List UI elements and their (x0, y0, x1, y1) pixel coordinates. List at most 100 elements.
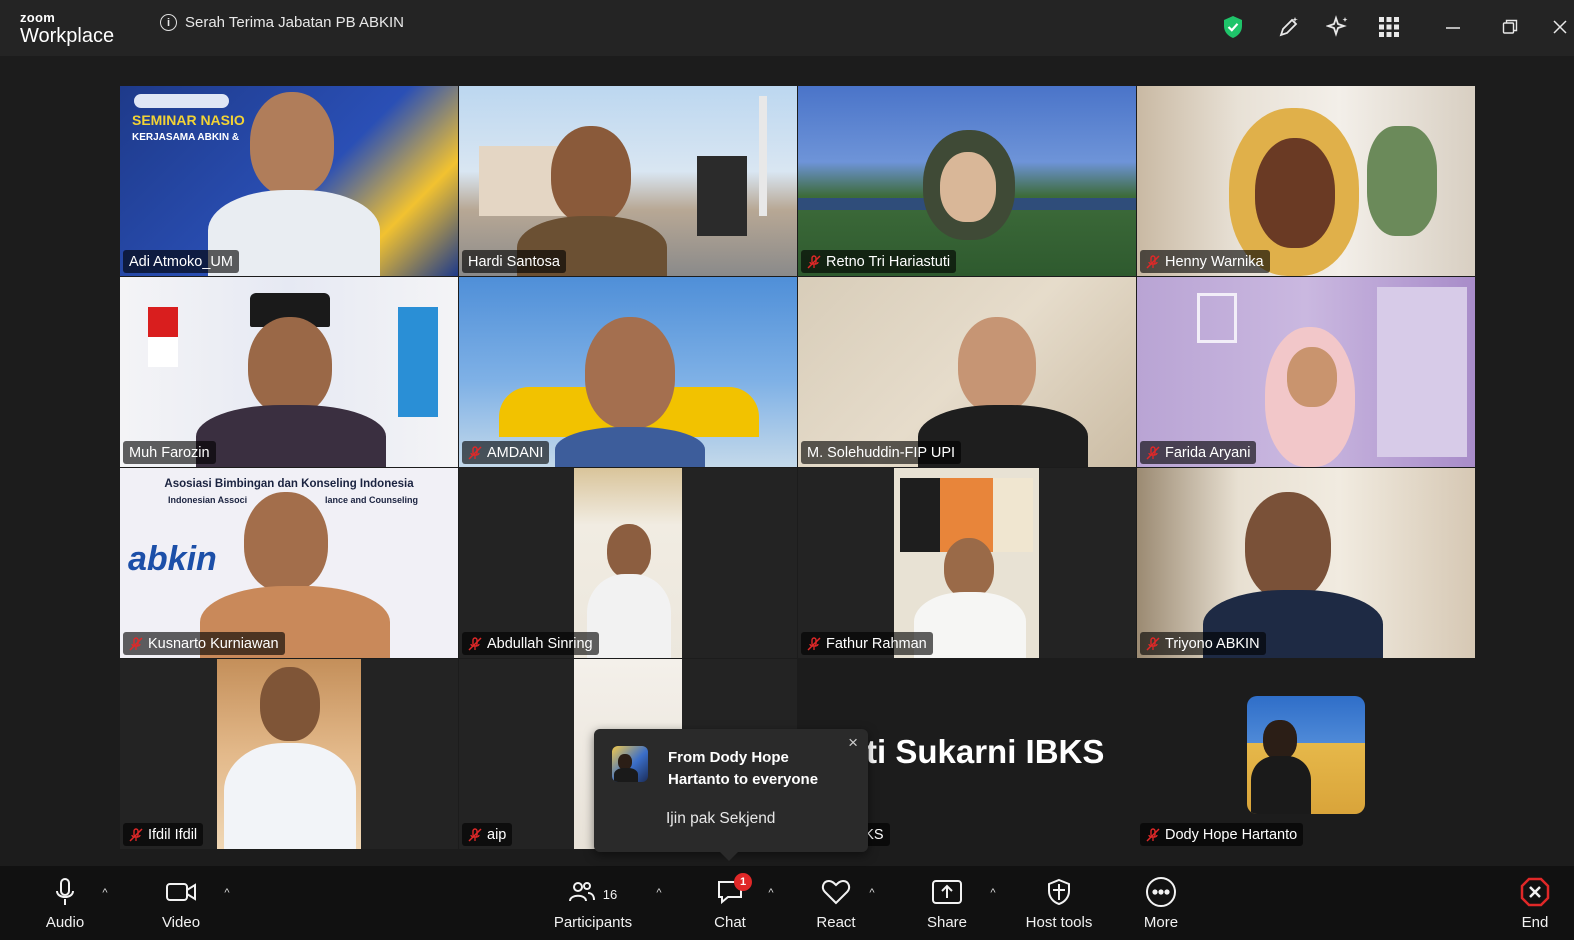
participant-body (196, 405, 386, 467)
video-tile[interactable]: Ifdil Ifdil (120, 659, 458, 849)
host-tools-button[interactable]: Host tools (1018, 866, 1100, 940)
video-tile[interactable]: Fathur Rahman (798, 468, 1136, 658)
end-meeting-button[interactable]: End (1510, 866, 1560, 940)
meeting-info[interactable]: i Serah Terima Jabatan PB ABKIN (160, 14, 404, 31)
indonesia-flag (148, 307, 178, 367)
participant-head (248, 317, 332, 415)
restore-icon[interactable] (1497, 14, 1523, 40)
background-tower (759, 96, 767, 216)
video-label: Video (161, 914, 201, 931)
avatar-body (1251, 756, 1311, 814)
background-bookshelf (1377, 287, 1467, 457)
participant-name: Dody Hope Hartanto (1165, 826, 1298, 843)
react-button[interactable]: React (806, 866, 866, 940)
video-tile[interactable]: Triyono ABKIN (1137, 468, 1475, 658)
participant-nametag: M. Solehuddin-FIP UPI (801, 441, 962, 464)
microphone-muted-icon (1146, 254, 1160, 269)
abkin-logo: abkin (128, 540, 217, 578)
chat-unread-badge: 1 (734, 872, 752, 891)
share-options-caret-icon[interactable]: ^ (986, 886, 1000, 900)
participant-body (555, 427, 705, 467)
participant-nametag: Ifdil Ifdil (123, 823, 204, 846)
participant-nametag: Hardi Santosa (462, 250, 566, 273)
shield-check-icon[interactable] (1220, 14, 1246, 40)
audio-button[interactable]: Audio (36, 866, 94, 940)
background-plant (1367, 126, 1437, 236)
share-button[interactable]: Share (917, 866, 977, 940)
video-tile[interactable]: Henny Warnika (1137, 86, 1475, 276)
host-tools-label: Host tools (1025, 914, 1093, 931)
video-tile-active-speaker[interactable]: Hardi Santosa (459, 86, 797, 276)
participant-name: M. Solehuddin-FIP UPI (807, 444, 956, 461)
more-label: More (1143, 914, 1179, 931)
shield-icon (1047, 878, 1071, 911)
participant-nametag: Muh Farozin (123, 441, 216, 464)
participant-nametag: Dody Hope Hartanto (1140, 823, 1304, 846)
sender-avatar (612, 746, 648, 782)
edit-sparkle-icon[interactable] (1276, 14, 1302, 40)
participant-nametag: Adi Atmoko_UM (123, 250, 239, 273)
participants-icon (568, 880, 595, 909)
participant-head (260, 667, 320, 741)
video-tile-camera-off[interactable]: Dody Hope Hartanto (1137, 659, 1475, 849)
chat-bubble-icon: 1 (716, 872, 752, 910)
participant-name: Henny Warnika (1165, 253, 1264, 270)
background-subheader-right: lance and Counseling (325, 495, 419, 505)
video-options-caret-icon[interactable]: ^ (220, 886, 234, 900)
more-ellipsis-icon (1145, 876, 1177, 913)
meeting-controls-toolbar: Audio ^ Video ^ 16 Participants ^ 1 Chat… (0, 866, 1574, 940)
more-button[interactable]: More (1131, 866, 1191, 940)
participants-options-caret-icon[interactable]: ^ (652, 886, 666, 900)
participant-name: Abdullah Sinring (487, 635, 593, 652)
background-monument (697, 156, 747, 236)
react-options-caret-icon[interactable]: ^ (865, 886, 879, 900)
chat-notification-popup[interactable]: From Dody Hope Hartanto to everyone Ijin… (594, 729, 868, 861)
ai-companion-icon[interactable] (1325, 14, 1351, 40)
microphone-muted-icon (468, 445, 482, 460)
participant-name: Kusnarto Kurniawan (148, 635, 279, 652)
participant-nametag: Henny Warnika (1140, 250, 1270, 273)
microphone-muted-icon (807, 636, 821, 651)
video-tile[interactable]: Retno Tri Hariastuti (798, 86, 1136, 276)
background-banner-text: SEMINAR NASIO (132, 112, 245, 128)
audio-options-caret-icon[interactable]: ^ (98, 886, 112, 900)
video-tile[interactable]: Asosiasi Bimbingan dan Konseling Indones… (120, 468, 458, 658)
chat-options-caret-icon[interactable]: ^ (764, 886, 778, 900)
background-header-text: Asosiasi Bimbingan dan Konseling Indones… (164, 478, 414, 490)
video-tile[interactable]: AMDANI (459, 277, 797, 467)
participant-name: Fathur Rahman (826, 635, 927, 652)
apps-grid-icon[interactable] (1376, 14, 1402, 40)
participant-nametag: Abdullah Sinring (462, 632, 599, 655)
end-close-icon (1520, 877, 1550, 912)
participant-nametag: AMDANI (462, 441, 550, 464)
microphone-muted-icon (1146, 827, 1160, 842)
video-tile[interactable]: Farida Aryani (1137, 277, 1475, 467)
brand-large: Workplace (20, 25, 115, 47)
participants-count: 16 (602, 886, 618, 902)
react-label: React (816, 914, 856, 931)
microphone-muted-icon (129, 827, 143, 842)
participant-name: Hardi Santosa (468, 253, 560, 270)
participant-body (587, 574, 671, 658)
participant-head (244, 492, 328, 592)
video-button[interactable]: Video (152, 866, 210, 940)
microphone-muted-icon (468, 636, 482, 651)
partner-logos (134, 94, 229, 108)
minimize-icon[interactable] (1440, 14, 1466, 40)
video-tile[interactable]: SEMINAR NASIO KERJASAMA ABKIN & Adi Atmo… (120, 86, 458, 276)
video-tile[interactable]: M. Solehuddin-FIP UPI (798, 277, 1136, 467)
participant-face (940, 152, 996, 222)
participant-nametag: Kusnarto Kurniawan (123, 632, 285, 655)
participant-head (1245, 492, 1331, 600)
participant-head (607, 524, 651, 578)
chat-sender: From Dody Hope Hartanto to everyone (668, 749, 819, 788)
video-tile[interactable]: Abdullah Sinring (459, 468, 797, 658)
participant-name: Triyono ABKIN (1165, 635, 1260, 652)
chat-button[interactable]: 1 Chat (700, 866, 760, 940)
info-icon[interactable]: i (160, 14, 177, 31)
participant-display-name: ti Sukarni IBKS (866, 733, 1105, 770)
video-tile[interactable]: Muh Farozin (120, 277, 458, 467)
close-icon[interactable]: × (848, 733, 858, 753)
close-icon[interactable] (1552, 14, 1574, 40)
participants-button[interactable]: 16 Participants (548, 866, 638, 940)
